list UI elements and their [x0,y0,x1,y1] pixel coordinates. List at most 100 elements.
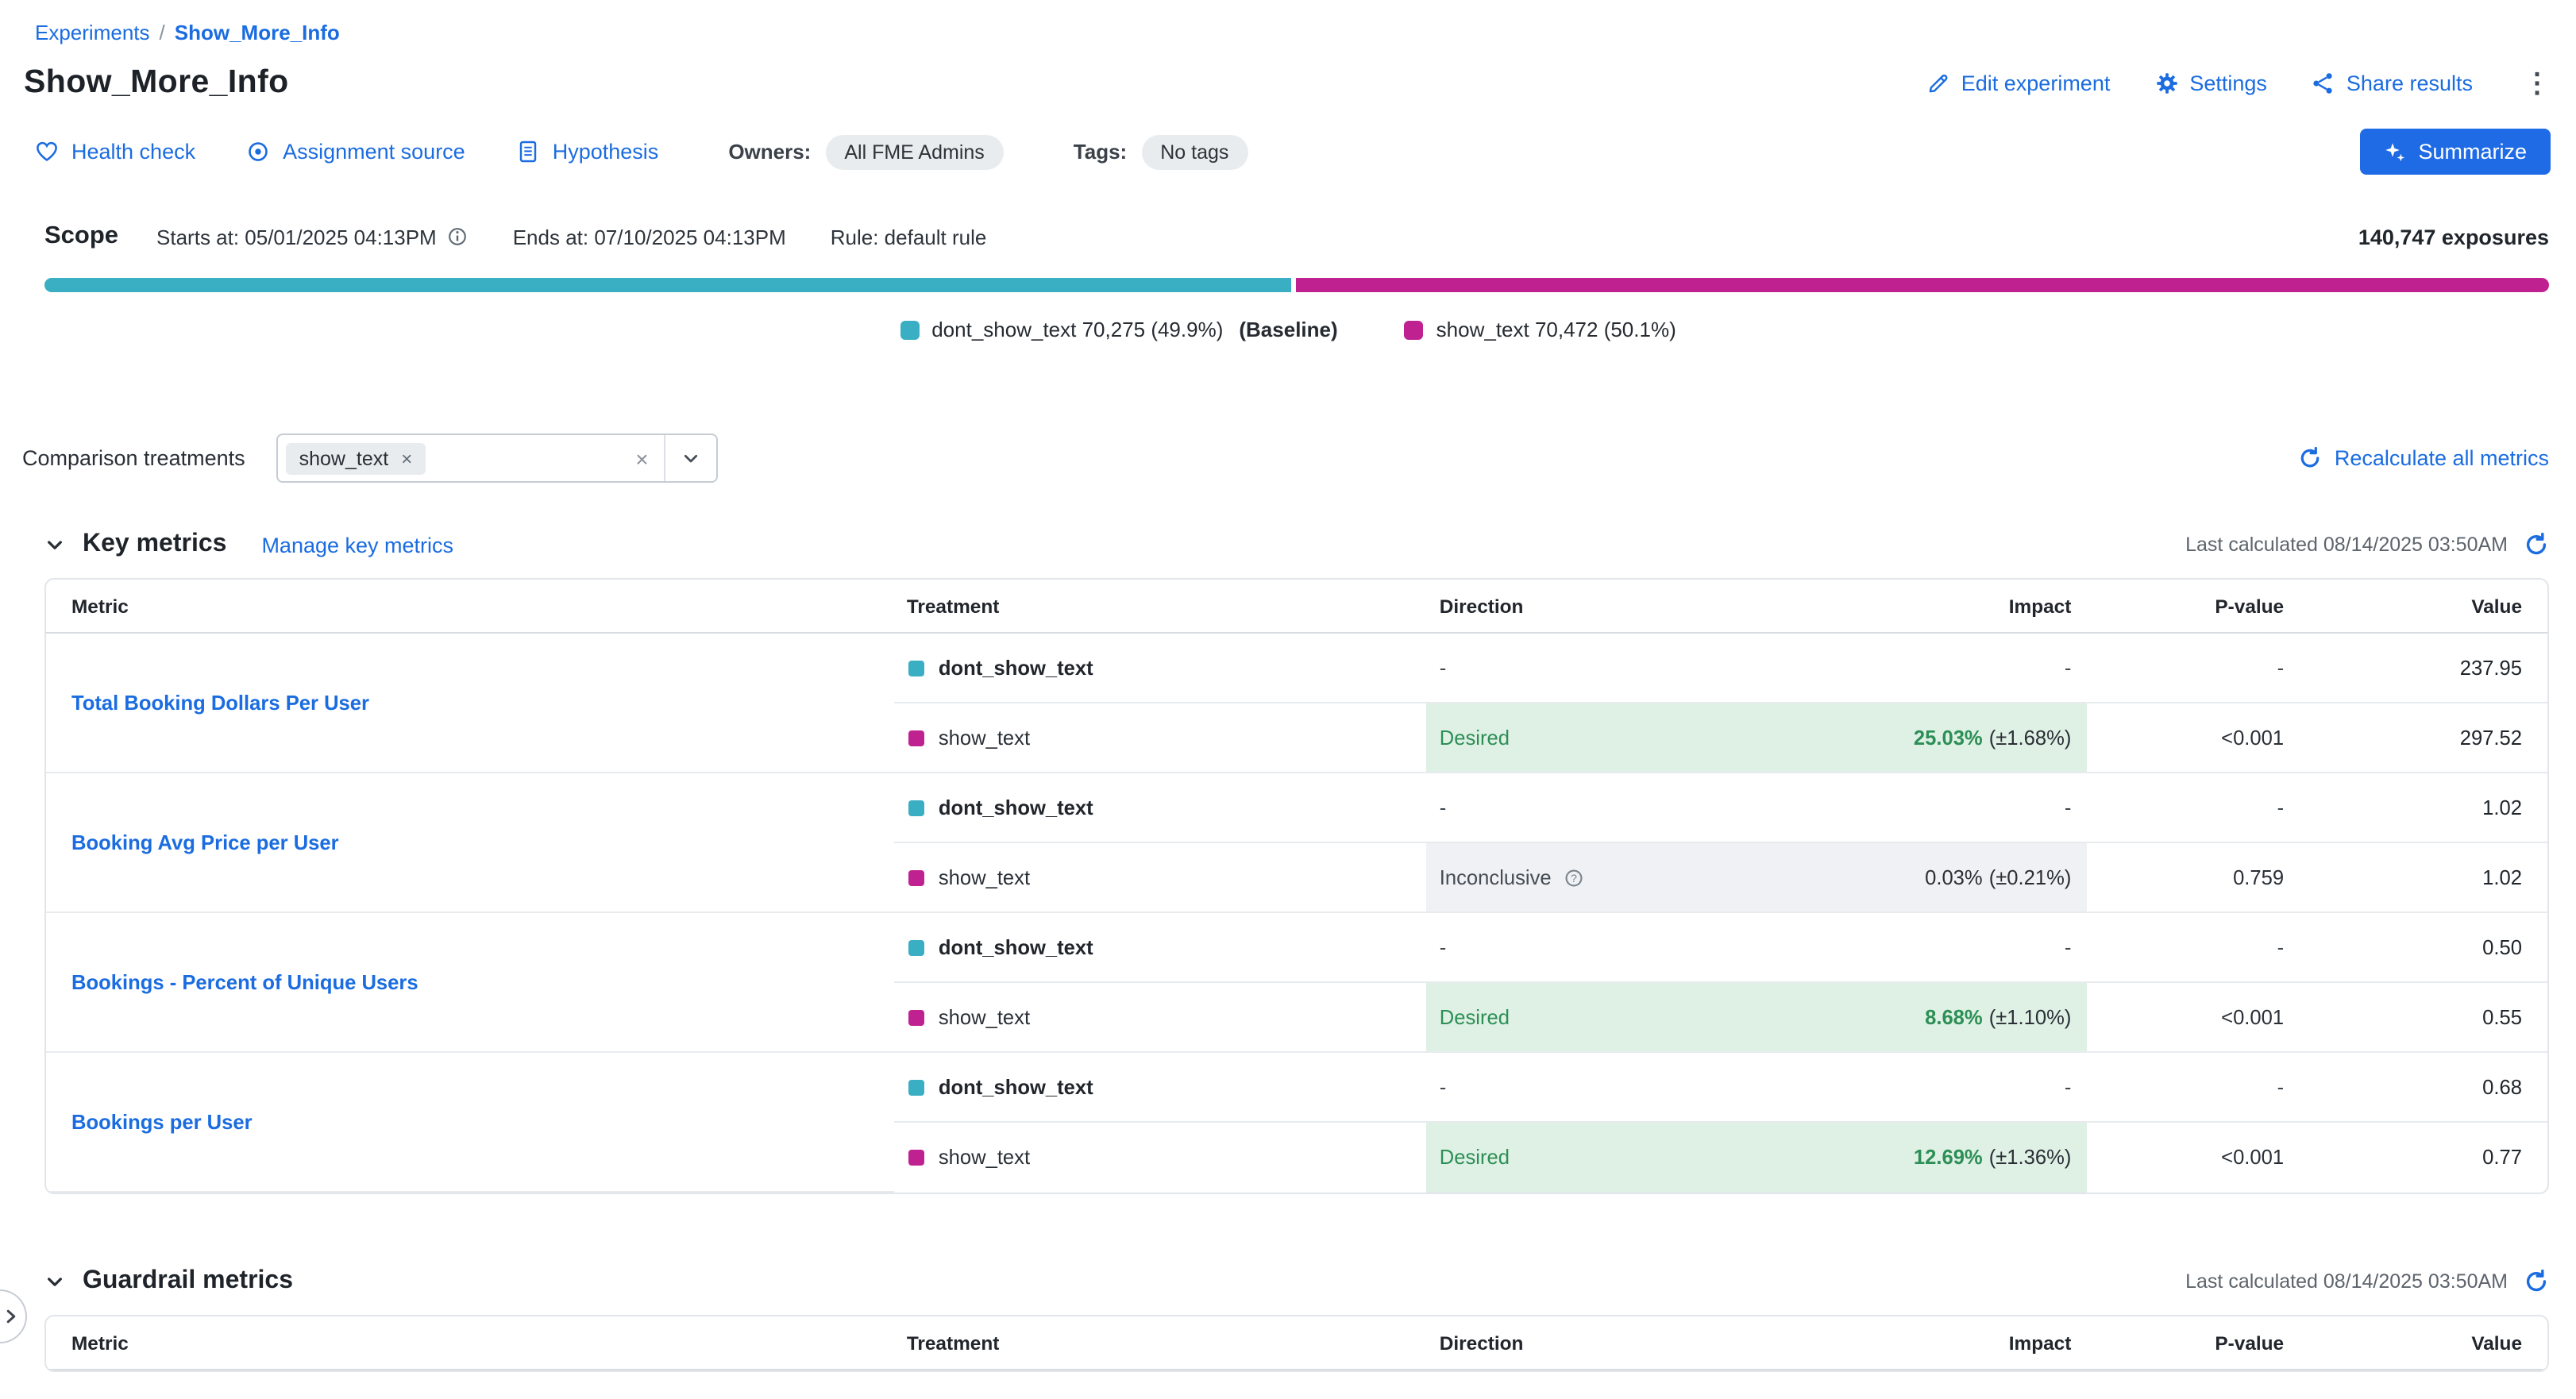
owners-chip: All FME Admins [825,134,1003,169]
treatment-name: show_text [939,1146,1030,1170]
p-value: <0.001 [2221,726,2284,750]
target-icon [246,140,270,164]
baseline-bar-segment [44,278,1292,292]
impact-percent: 0.03% [1925,865,1983,889]
tags-group: Tags: No tags [1074,134,1248,169]
collapse-chevron-icon[interactable] [44,1271,65,1292]
guardrail-metrics-table-card: Metric Treatment Direction Impact P-valu… [44,1315,2549,1372]
metric-value: 0.50 [2482,935,2522,959]
collapse-chevron-icon[interactable] [44,534,65,555]
p-value: <0.001 [2221,1146,2284,1170]
pencil-icon [1926,71,1950,94]
guardrail-metrics-table: Metric Treatment Direction Impact P-valu… [46,1316,2547,1370]
summarize-button[interactable]: Summarize [2359,129,2551,175]
owners-group: Owners: All FME Admins [728,134,1003,169]
heart-icon [35,140,59,164]
metric-value: 297.52 [2460,726,2522,750]
summarize-label: Summarize [2418,140,2527,164]
bar-legend: dont_show_text 70,275 (49.9%) (Baseline)… [0,318,2576,341]
recalculate-all-metrics-button[interactable]: Recalculate all metrics [2298,446,2549,470]
metric-value: 1.02 [2482,865,2522,889]
key-metrics-table: Metric Treatment Direction Impact P-valu… [46,580,2547,1193]
impact-confidence-interval: (±1.10%) [1989,1005,2072,1029]
share-icon [2312,71,2335,94]
p-value: 0.759 [2233,865,2284,889]
info-icon[interactable] [446,225,469,248]
breadcrumb-current-link[interactable]: Show_More_Info [175,21,340,44]
impact-confidence-interval: (±1.68%) [1989,726,2072,750]
sparkle-icon [2383,141,2405,163]
legend-treatment-label: show_text 70,472 (50.1%) [1436,318,1676,341]
metric-link[interactable]: Bookings - Percent of Unique Users [71,970,418,994]
chevron-down-icon[interactable] [666,449,717,468]
column-header-value: Value [2300,1316,2547,1370]
settings-button[interactable]: Settings [2154,71,2267,94]
breadcrumb-experiments-link[interactable]: Experiments [35,21,150,44]
guardrail-metrics-title: Guardrail metrics [83,1267,293,1296]
direction-value: Desired [1440,1005,1510,1029]
tab-hypothesis[interactable]: Hypothesis [516,140,659,164]
treatment-swatch [908,1079,924,1095]
column-header-direction: Direction [1427,580,1827,633]
edit-experiment-button[interactable]: Edit experiment [1926,71,2111,94]
treatment-name: dont_show_text [939,796,1093,819]
recalculate-label: Recalculate all metrics [2335,446,2549,470]
p-value: - [2277,656,2285,680]
metric-link[interactable]: Booking Avg Price per User [71,831,339,854]
treatment-swatch [908,1150,924,1166]
column-header-treatment: Treatment [894,580,1427,633]
refresh-icon[interactable] [2524,532,2549,557]
column-header-impact: Impact [1827,1316,2088,1370]
impact-confidence-interval: (±0.21%) [1989,865,2072,889]
impact-percent: 12.69% [1914,1146,1983,1170]
metric-link[interactable]: Total Booking Dollars Per User [71,691,369,715]
selected-treatment-chip-label: show_text [299,447,389,469]
chevron-right-icon [2,1307,21,1326]
treatment-name: dont_show_text [939,935,1093,959]
title-row: Show_More_Info Edit experiment Settings … [0,44,2576,102]
direction-value: Desired [1440,726,1510,750]
column-header-metric: Metric [46,580,894,633]
table-row: Bookings per User dont_show_text - - - 0… [46,1052,2547,1122]
direction-value: - [1440,1075,1447,1099]
clear-selection-icon[interactable]: × [619,447,664,469]
direction-value: - [1440,656,1447,680]
direction-value: - [1440,796,1447,819]
comparison-treatments-select[interactable]: show_text × × [277,434,719,483]
column-header-pvalue: P-value [2087,1316,2300,1370]
refresh-icon[interactable] [2524,1269,2549,1294]
treatment-swatch [908,660,924,676]
impact-percent: 8.68% [1925,1005,1983,1029]
remove-chip-icon[interactable]: × [401,449,412,468]
key-metrics-title: Key metrics [83,530,226,559]
share-results-label: Share results [2347,71,2473,94]
tags-chip: No tags [1141,134,1248,169]
impact-value: - [2065,656,2072,680]
question-circle-icon[interactable]: ? [1563,866,1585,888]
metric-link[interactable]: Bookings per User [71,1110,253,1134]
share-results-button[interactable]: Share results [2312,71,2473,94]
last-calculated-text: Last calculated 08/14/2025 03:50AM [2185,1270,2508,1293]
owners-label: Owners: [728,140,811,164]
column-header-treatment: Treatment [894,1316,1427,1370]
impact-value: - [2065,796,2072,819]
column-header-pvalue: P-value [2087,580,2300,633]
treatment-name: show_text [939,865,1030,889]
breadcrumb: Experiments/Show_More_Info [0,0,2576,44]
meta-row: Health check Assignment source Hypothesi… [0,102,2576,175]
scope-row: Scope Starts at: 05/01/2025 04:13PM Ends… [0,175,2576,251]
metric-value: 0.55 [2482,1005,2522,1029]
treatment-swatch [908,939,924,955]
table-header-row: Metric Treatment Direction Impact P-valu… [46,1316,2547,1370]
side-panel-toggle[interactable] [0,1289,27,1343]
manage-key-metrics-link[interactable]: Manage key metrics [261,533,453,557]
key-metrics-table-card: Metric Treatment Direction Impact P-valu… [44,578,2549,1194]
baseline-swatch [900,320,919,339]
tab-assignment-source[interactable]: Assignment source [246,140,465,164]
kebab-menu-icon[interactable]: ⋮ [2524,69,2551,96]
impact-confidence-interval: (±1.36%) [1989,1146,2072,1170]
treatment-name: show_text [939,726,1030,750]
tab-health-check[interactable]: Health check [35,140,195,164]
p-value: - [2277,1075,2285,1099]
direction-value: Desired [1440,1146,1510,1170]
